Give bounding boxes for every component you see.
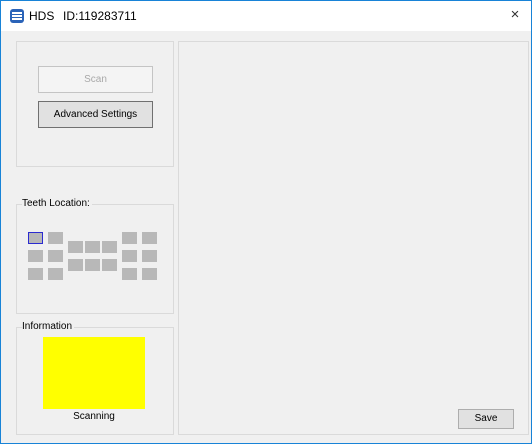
tooth-cell[interactable] <box>122 232 137 244</box>
app-window: HDS ID:119283711 × Scan Advanced Setting… <box>0 0 532 444</box>
scan-button[interactable]: Scan <box>38 66 153 93</box>
tooth-cell[interactable] <box>85 259 100 271</box>
app-logo-icon <box>10 9 24 23</box>
information-label: Information <box>22 321 75 333</box>
device-id-label: ID:119283711 <box>63 9 137 23</box>
tooth-cell[interactable] <box>142 268 157 280</box>
tooth-cell[interactable] <box>122 250 137 262</box>
close-icon[interactable]: × <box>505 5 525 25</box>
tooth-cell[interactable] <box>48 232 63 244</box>
teeth-location-label: Teeth Location: <box>22 198 92 210</box>
tooth-cell[interactable] <box>28 232 43 244</box>
tooth-cell[interactable] <box>102 241 117 253</box>
tooth-cell[interactable] <box>142 250 157 262</box>
tooth-cell[interactable] <box>142 232 157 244</box>
preview-panel <box>178 41 529 435</box>
tooth-cell[interactable] <box>28 268 43 280</box>
tooth-cell[interactable] <box>122 268 137 280</box>
window-title: HDS <box>29 9 55 23</box>
advanced-settings-button[interactable]: Advanced Settings <box>38 101 153 128</box>
tooth-cell[interactable] <box>102 259 117 271</box>
save-button[interactable]: Save <box>458 409 514 429</box>
status-indicator <box>43 337 145 409</box>
status-text: Scanning <box>73 411 115 422</box>
tooth-cell[interactable] <box>68 241 83 253</box>
tooth-cell[interactable] <box>48 268 63 280</box>
tooth-cell[interactable] <box>68 259 83 271</box>
tooth-cell[interactable] <box>28 250 43 262</box>
tooth-cell[interactable] <box>48 250 63 262</box>
title-bar[interactable]: HDS ID:119283711 × <box>1 1 531 31</box>
tooth-cell[interactable] <box>85 241 100 253</box>
